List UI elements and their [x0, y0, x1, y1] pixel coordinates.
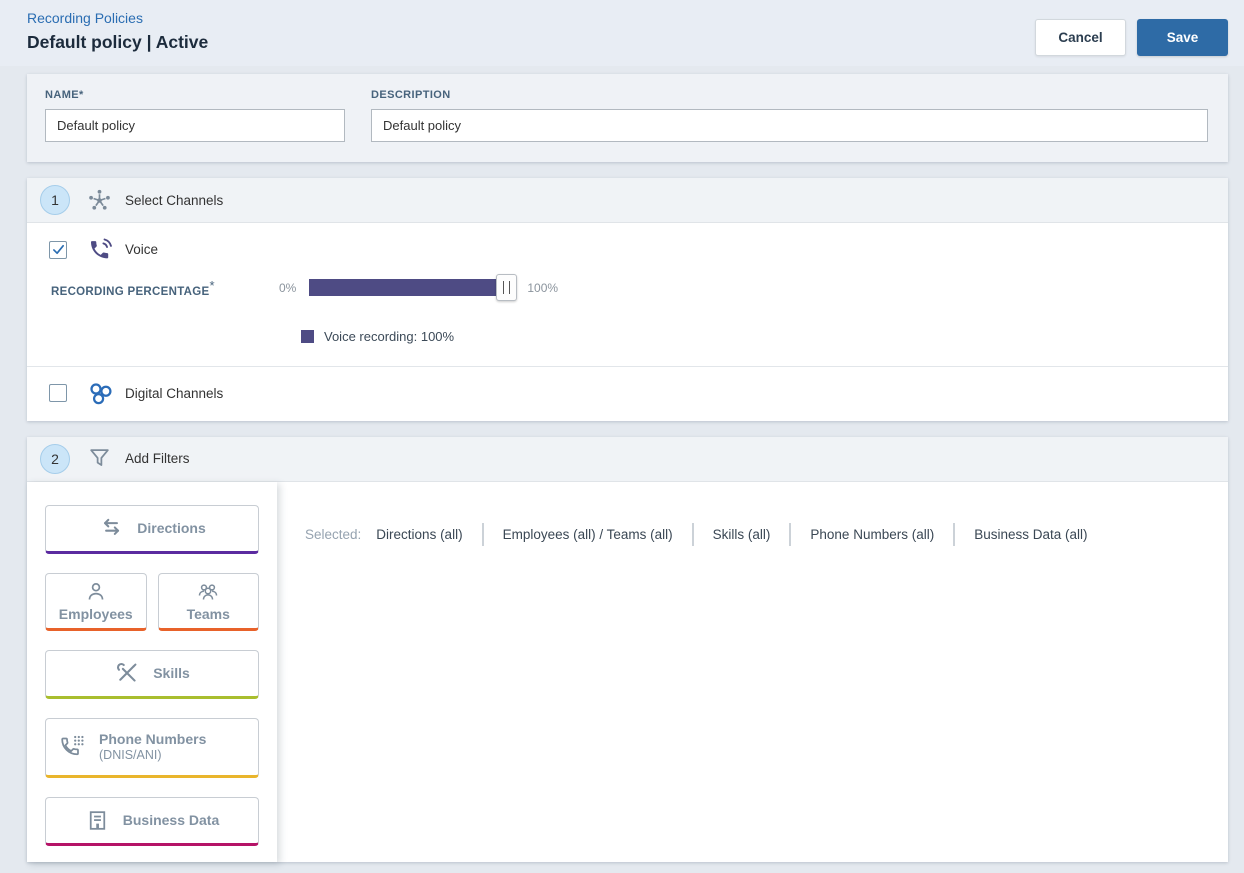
policy-form-card: NAME* DESCRIPTION — [27, 74, 1228, 162]
slider-grip-icon — [503, 281, 511, 295]
phone-numbers-text: Phone Numbers (DNIS/ANI) — [99, 731, 206, 762]
step-1-badge: 1 — [40, 185, 70, 215]
step-2-badge: 2 — [40, 443, 70, 474]
voice-channel-row: Voice — [27, 223, 1228, 263]
save-button[interactable]: Save — [1137, 19, 1228, 56]
selected-phone-numbers: Phone Numbers (all) — [810, 526, 935, 542]
selected-employees-teams: Employees (all) / Teams (all) — [502, 526, 673, 542]
selected-directions: Directions (all) — [376, 526, 463, 542]
legend-swatch — [301, 329, 314, 343]
description-input[interactable] — [371, 109, 1208, 142]
slider-min-label: 0% — [279, 280, 297, 295]
directions-arrows-icon — [98, 515, 124, 541]
add-filters-title: Add Filters — [125, 451, 190, 467]
legend-text: Voice recording: 100% — [324, 328, 455, 344]
digital-channels-icon — [87, 380, 114, 407]
selected-label: Selected: — [305, 526, 362, 542]
separator — [481, 522, 484, 546]
recording-percentage-label: RECORDING PERCENTAGE* — [51, 278, 215, 298]
digital-channels-checkbox[interactable] — [49, 384, 67, 403]
selected-filters-row: Selected: Directions (all) Employees (al… — [305, 522, 1208, 546]
group-icon — [196, 580, 220, 604]
phone-numbers-filter-button[interactable]: Phone Numbers (DNIS/ANI) — [45, 717, 259, 778]
slider-handle[interactable] — [496, 274, 518, 302]
digital-channels-label: Digital Channels — [125, 385, 224, 401]
voice-checkbox[interactable] — [49, 240, 67, 259]
filters-main-panel: Selected: Directions (all) Employees (al… — [277, 481, 1228, 862]
add-filters-section: 2 Add Filters Directions Employees Teams… — [27, 436, 1228, 862]
recording-legend: Voice recording: 100% — [301, 329, 1228, 344]
description-label: DESCRIPTION — [371, 89, 451, 101]
selected-business-data: Business Data (all) — [974, 526, 1088, 542]
business-data-filter-button[interactable]: Business Data — [45, 796, 259, 846]
phone-numbers-filter-label: Phone Numbers — [99, 731, 207, 748]
teams-filter-label: Teams — [186, 605, 230, 622]
checkmark-icon — [52, 244, 64, 255]
name-label: NAME* — [45, 89, 84, 101]
separator — [789, 522, 792, 546]
cancel-button[interactable]: Cancel — [1035, 19, 1126, 56]
recording-percentage-slider[interactable] — [309, 274, 518, 302]
select-channels-title: Select Channels — [125, 192, 224, 208]
skills-filter-label: Skills — [153, 665, 190, 682]
employees-filter-button[interactable]: Employees — [45, 572, 147, 631]
required-asterisk: * — [209, 278, 215, 293]
slider-max-label: 100% — [527, 280, 559, 295]
digital-channel-row: Digital Channels — [27, 367, 1228, 421]
employees-teams-row: Employees Teams — [45, 572, 259, 631]
person-icon — [84, 580, 108, 604]
business-data-filter-label: Business Data — [122, 812, 220, 829]
filter-types-sidebar: Directions Employees Teams Skills Phone … — [27, 481, 277, 862]
filters-body: Directions Employees Teams Skills Phone … — [27, 481, 1228, 862]
separator — [953, 522, 956, 546]
tools-icon — [114, 660, 140, 686]
add-filters-header: 2 Add Filters — [27, 436, 1228, 482]
slider-fill — [309, 279, 506, 297]
selected-skills: Skills (all) — [712, 526, 771, 542]
channels-hub-icon — [87, 188, 112, 213]
phone-numbers-sublabel: (DNIS/ANI) — [99, 748, 162, 763]
funnel-icon — [87, 446, 112, 471]
directions-filter-button[interactable]: Directions — [45, 504, 259, 554]
breadcrumb-recording-policies[interactable]: Recording Policies — [27, 10, 143, 26]
select-channels-section: 1 Select Channels Voice RECORDING PERCEN… — [27, 178, 1228, 421]
page-header: Recording Policies Default policy | Acti… — [0, 0, 1244, 66]
description-field-group: DESCRIPTION — [371, 89, 1208, 142]
phone-keypad-icon — [59, 733, 86, 760]
building-icon — [85, 808, 110, 833]
teams-filter-button[interactable]: Teams — [157, 572, 259, 631]
header-actions: Cancel Save — [1035, 19, 1228, 56]
name-field-group: NAME* — [45, 89, 345, 142]
separator — [691, 522, 694, 546]
recording-percentage-row: RECORDING PERCENTAGE* 0% 100% — [51, 274, 1228, 302]
voice-phone-icon — [87, 236, 114, 263]
employees-filter-label: Employees — [58, 605, 133, 622]
voice-channel-label: Voice — [125, 242, 159, 257]
directions-filter-label: Directions — [137, 520, 206, 537]
select-channels-header: 1 Select Channels — [27, 178, 1228, 223]
skills-filter-button[interactable]: Skills — [45, 649, 259, 699]
name-input[interactable] — [45, 109, 345, 142]
